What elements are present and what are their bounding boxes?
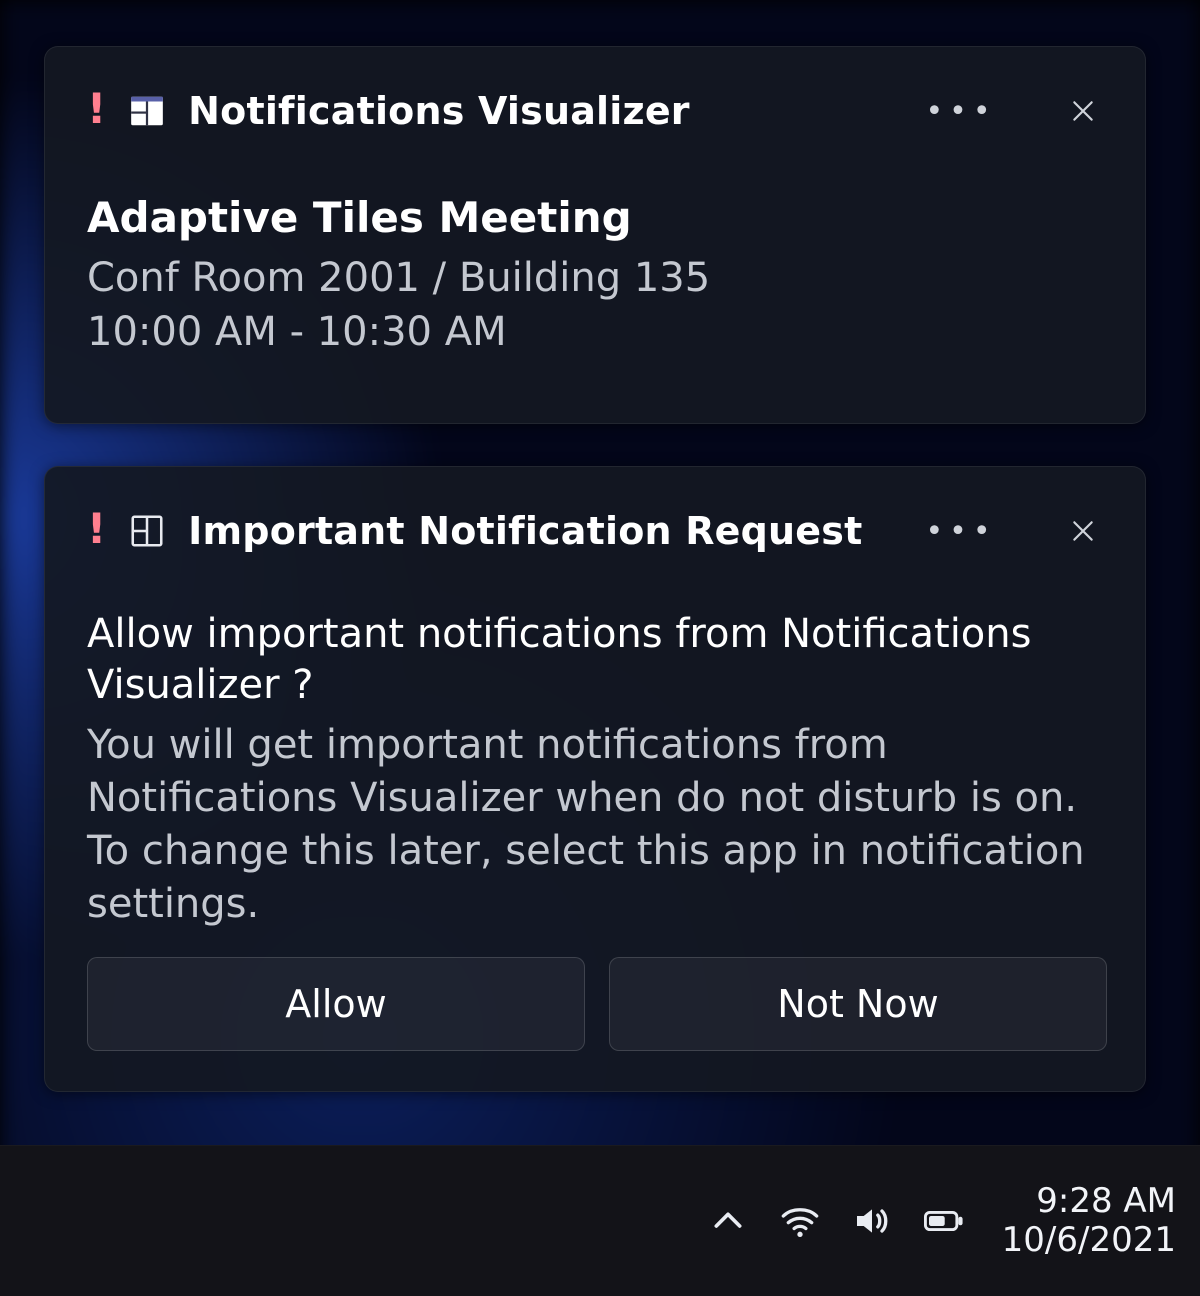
system-tray: 9:28 AM 10/6/2021	[706, 1146, 1176, 1296]
app-icon	[128, 512, 166, 550]
important-icon: !	[87, 508, 106, 550]
toast-buttons: Allow Not Now	[87, 957, 1107, 1051]
toast-more-button[interactable]: •••	[937, 507, 985, 555]
toast-body: Adaptive Tiles Meeting Conf Room 2001 / …	[45, 135, 1145, 358]
toast-question: Allow important notifications from Notif…	[87, 609, 1099, 711]
volume-button[interactable]	[850, 1199, 894, 1243]
more-icon: •••	[925, 94, 996, 129]
toast-title: Adaptive Tiles Meeting	[87, 193, 1099, 243]
toast-app-name: Notifications Visualizer	[188, 89, 690, 133]
toast-notification-request: ! Important Notification Request ••• All…	[44, 466, 1146, 1092]
clock-date: 10/6/2021	[1002, 1221, 1176, 1260]
toast-time: 10:00 AM - 10:30 AM	[87, 307, 1099, 358]
toast-header: ! Notifications Visualizer •••	[45, 47, 1145, 135]
not-now-button[interactable]: Not Now	[609, 957, 1107, 1051]
toast-header: ! Important Notification Request •••	[45, 467, 1145, 555]
toast-app-name: Important Notification Request	[188, 509, 862, 553]
toast-body: Allow important notifications from Notif…	[45, 555, 1145, 931]
more-icon: •••	[925, 514, 996, 549]
important-icon: !	[87, 88, 106, 130]
toast-close-button[interactable]	[1059, 507, 1107, 555]
toast-location: Conf Room 2001 / Building 135	[87, 253, 1099, 304]
toast-notification-meeting: ! Notifications Visualizer •••	[44, 46, 1146, 424]
tray-overflow-button[interactable]	[706, 1199, 750, 1243]
allow-button[interactable]: Allow	[87, 957, 585, 1051]
toast-close-button[interactable]	[1059, 87, 1107, 135]
wifi-button[interactable]	[778, 1199, 822, 1243]
taskbar-clock[interactable]: 9:28 AM 10/6/2021	[994, 1182, 1176, 1260]
close-icon	[1070, 98, 1096, 124]
wifi-icon	[780, 1201, 820, 1241]
taskbar: 9:28 AM 10/6/2021	[0, 1145, 1200, 1296]
toast-description: You will get important notifications fro…	[87, 719, 1099, 930]
chevron-up-icon	[708, 1201, 748, 1241]
toast-more-button[interactable]: •••	[937, 87, 985, 135]
app-icon	[128, 92, 166, 130]
battery-button[interactable]	[922, 1199, 966, 1243]
close-icon	[1070, 518, 1096, 544]
clock-time: 9:28 AM	[1036, 1182, 1176, 1221]
speaker-icon	[852, 1201, 892, 1241]
battery-icon	[924, 1201, 964, 1241]
